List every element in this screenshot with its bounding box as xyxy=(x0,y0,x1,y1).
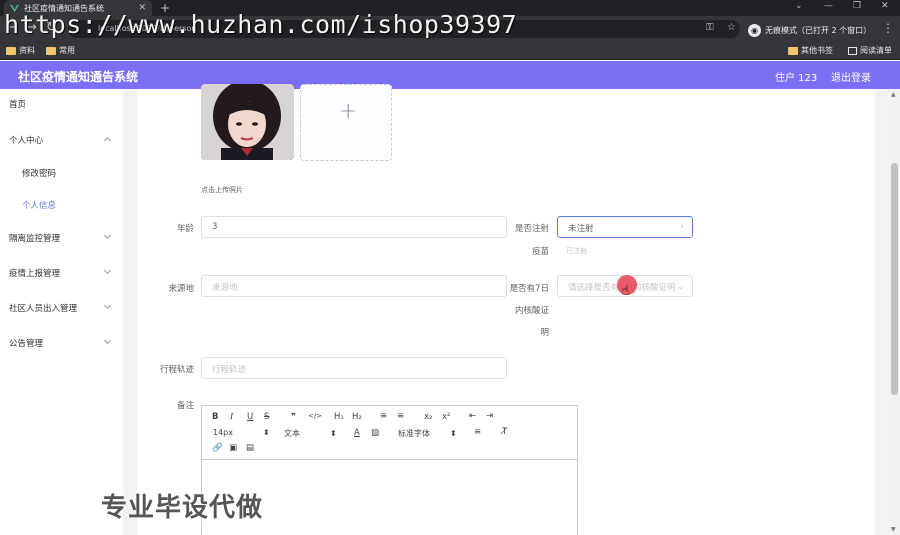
updown-icon: ⬍ xyxy=(263,428,270,437)
bullet-list-button[interactable]: ≡ xyxy=(397,411,404,421)
updown-icon: ⬍ xyxy=(330,429,337,438)
browser-menu-icon[interactable]: ⋮ xyxy=(882,21,894,35)
reading-list-icon xyxy=(848,46,857,55)
sidebar-item-notice[interactable]: 公告管理 xyxy=(0,334,123,352)
nucleic-label: 是否有7日 xyxy=(509,284,549,294)
incognito-icon: ◉ xyxy=(748,23,761,37)
app-header: 社区疫情通知通告系统 住户 123 退出登录 xyxy=(0,61,900,89)
subscript-button[interactable]: x₂ xyxy=(424,412,432,422)
folder-icon xyxy=(6,46,16,55)
video-icon[interactable]: ▤ xyxy=(246,443,254,453)
header2-button[interactable]: H₂ xyxy=(352,412,362,422)
strike-button[interactable]: S xyxy=(264,412,269,422)
sidebar-item-home[interactable]: 首页 xyxy=(0,95,123,113)
vaccinated-label-line2: 疫苗 xyxy=(531,247,549,257)
nucleic-label-line3: 明 xyxy=(540,328,549,338)
age-label: 年龄 xyxy=(176,224,194,234)
user-name: 住户 123 xyxy=(775,73,818,84)
chevron-down-icon xyxy=(103,301,112,310)
other-bookmarks[interactable]: 其他书签 xyxy=(788,45,833,56)
chevron-down-icon xyxy=(103,336,112,345)
folder-icon xyxy=(788,46,798,55)
upload-tip: 点击上传照片 xyxy=(201,186,243,194)
watermark-text: https://www.huzhan.com/ishop39397 xyxy=(4,10,518,39)
header1-button[interactable]: H₁ xyxy=(334,412,344,422)
superscript-button[interactable]: x² xyxy=(442,412,450,422)
blockquote-button[interactable]: ❞ xyxy=(291,412,296,422)
sidebar-item-epidemic-report[interactable]: 疫情上报管理 xyxy=(0,264,123,282)
sidebar: 首页 个人中心 修改密码 个人信息 隔离监控管理 疫情上报管理 社区人员出入管理… xyxy=(0,89,123,535)
incognito-badge[interactable]: ◉ 无痕模式（已打开 2 个窗口） xyxy=(748,21,871,39)
chevron-down-icon[interactable]: ⌄ xyxy=(795,1,803,11)
folder-icon xyxy=(46,46,56,55)
chevron-down-icon: ⌄ xyxy=(677,282,684,291)
text-type-picker[interactable]: 文本 ⬍ xyxy=(284,428,337,439)
italic-button[interactable]: I xyxy=(230,412,233,422)
sidebar-item-personal-info[interactable]: 个人信息 xyxy=(0,196,123,214)
minimize-icon[interactable]: — xyxy=(824,1,833,11)
editor-toolbar: B I U S ❞ </> H₁ H₂ ≡ ≡ x₂ x² ⇤ ⇥ 14px ⬍ … xyxy=(202,406,577,460)
background-color-icon[interactable]: ▨ xyxy=(371,428,379,438)
key-icon[interactable]: ⚿ xyxy=(706,22,714,33)
bookmark-folder[interactable]: 常用 xyxy=(46,45,75,56)
close-window-icon[interactable]: ✕ xyxy=(881,1,889,11)
chevron-down-icon xyxy=(103,231,112,240)
sidebar-item-access[interactable]: 社区人员出入管理 xyxy=(0,299,123,317)
incognito-label: 无痕模式（已打开 2 个窗口） xyxy=(765,25,872,35)
scrollbar-thumb[interactable] xyxy=(891,163,898,395)
logout-link[interactable]: 退出登录 xyxy=(831,69,871,84)
font-family-picker[interactable]: 标准字体 ⬍ xyxy=(398,428,457,439)
bold-button[interactable]: B xyxy=(212,412,218,422)
vaccinated-option-hint[interactable]: 已注射 xyxy=(566,246,587,256)
font-size-picker[interactable]: 14px ⬍ xyxy=(213,428,270,437)
sidebar-item-change-password[interactable]: 修改密码 xyxy=(0,164,123,182)
indent-button[interactable]: ⇥ xyxy=(486,411,493,421)
chevron-up-icon xyxy=(103,136,112,145)
nucleic-label-line2: 内核酸证 xyxy=(514,306,549,316)
scroll-down-icon[interactable]: ▼ xyxy=(891,526,896,533)
sidebar-item-personal-center[interactable]: 个人中心 xyxy=(0,131,123,149)
code-block-button[interactable]: </> xyxy=(308,412,322,420)
align-icon[interactable]: ≡ xyxy=(474,427,481,437)
scroll-up-icon[interactable]: ▲ xyxy=(891,91,896,98)
clear-format-icon[interactable]: T̸ xyxy=(502,427,507,437)
plus-icon: + xyxy=(339,99,358,124)
avatar-photo xyxy=(201,84,294,160)
hand-cursor-icon: ☝ xyxy=(621,283,630,299)
image-icon[interactable]: ▣ xyxy=(229,443,237,453)
upload-photo-button[interactable]: + xyxy=(300,84,392,161)
chevron-right-icon: › xyxy=(680,222,684,232)
promo-text: 专业毕设代做 xyxy=(101,493,264,523)
age-input[interactable]: 3 xyxy=(201,216,507,238)
restore-icon[interactable]: ❐ xyxy=(853,1,861,11)
vaccinated-label: 是否注射 xyxy=(514,224,549,234)
star-icon[interactable]: ☆ xyxy=(727,22,736,33)
reading-list[interactable]: 阅读清单 xyxy=(848,45,892,56)
chevron-down-icon xyxy=(103,266,112,275)
app-title: 社区疫情通知通告系统 xyxy=(18,70,139,84)
updown-icon: ⬍ xyxy=(450,429,457,438)
bookmark-folder[interactable]: 资料 xyxy=(6,45,35,56)
trip-label: 行程轨迹 xyxy=(159,365,194,375)
ordered-list-button[interactable]: ≡ xyxy=(380,411,387,421)
link-icon[interactable]: 🔗 xyxy=(212,443,223,453)
sidebar-item-quarantine[interactable]: 隔离监控管理 xyxy=(0,229,123,247)
origin-input[interactable]: 来源地 xyxy=(201,275,507,297)
vaccinated-select[interactable]: 未注射 › xyxy=(557,216,693,238)
origin-label: 来源地 xyxy=(168,284,194,294)
underline-button[interactable]: U xyxy=(247,412,253,422)
bookmarks-bar: 资料 常用 其他书签 阅读清单 xyxy=(0,42,900,60)
remark-label: 备注 xyxy=(176,401,194,411)
portrait-image xyxy=(201,84,294,160)
text-color-icon[interactable]: A xyxy=(354,428,360,438)
outdent-button[interactable]: ⇤ xyxy=(469,411,476,421)
trip-input[interactable]: 行程轨迹 xyxy=(201,357,507,379)
